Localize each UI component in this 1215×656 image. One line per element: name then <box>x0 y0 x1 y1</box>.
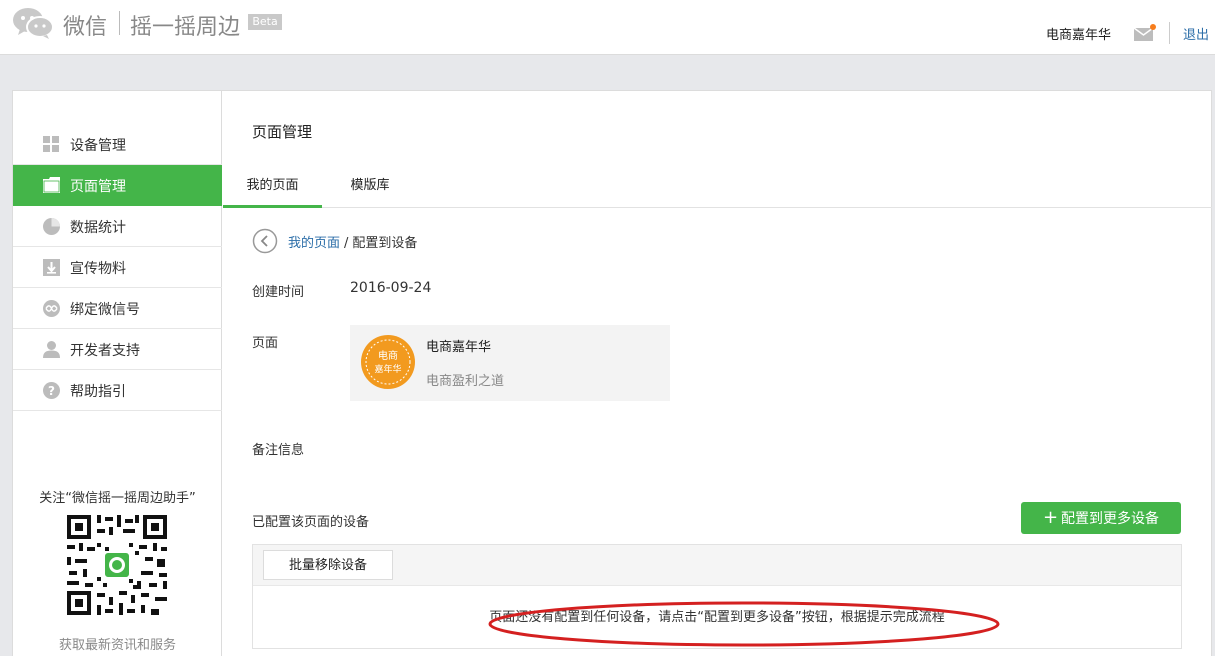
sidebar-item-label: 帮助指引 <box>70 384 126 400</box>
sidebar-item-bind-wechat[interactable]: 绑定微信号 <box>13 288 222 329</box>
sidebar-item-label: 绑定微信号 <box>70 302 140 318</box>
page-avatar-image: 电商 嘉年华 <box>361 335 415 389</box>
brand-name: 微信 <box>63 15 108 40</box>
mail-icon[interactable] <box>1133 24 1157 42</box>
page-card-subtitle: 电商盈利之道 <box>426 374 505 389</box>
add-to-more-devices-button[interactable]: + 配置到更多设备 <box>1021 502 1181 534</box>
sidebar-item-developer-support[interactable]: 开发者支持 <box>13 329 222 370</box>
promo-text: 获取最新资讯和服务 <box>58 638 176 653</box>
follow-assistant-text: 关注“微信摇一摇周边助手” <box>39 491 196 506</box>
page-icon <box>43 177 60 193</box>
tab-template-library[interactable]: 模版库 <box>340 169 400 208</box>
header-divider <box>1169 22 1170 44</box>
main-content: 页面管理 我的页面 模版库 我的页面 / 配置到设备 创建时间 2016-09-24… <box>223 91 1212 656</box>
configured-devices-label: 已配置该页面的设备 <box>252 515 370 530</box>
page-card-title: 电商嘉年华 <box>426 340 492 355</box>
devices-toolbar: 批量移除设备 <box>253 545 1181 586</box>
breadcrumb-link-my-pages[interactable]: 我的页面 <box>288 236 340 251</box>
qr-code-image <box>65 513 169 617</box>
help-icon: ? <box>43 382 60 399</box>
sidebar-item-label: 宣传物料 <box>70 261 126 277</box>
sidebar-item-label: 数据统计 <box>70 220 126 236</box>
remark-label: 备注信息 <box>252 443 305 458</box>
page-card[interactable]: 电商 嘉年华 电商嘉年华 电商盈利之道 <box>350 325 670 401</box>
top-bar: 微信 摇一摇周边 Beta 电商嘉年华 退出 <box>0 0 1215 55</box>
user-icon <box>43 341 60 358</box>
brand-divider <box>119 11 120 35</box>
plus-icon: + <box>1042 507 1059 528</box>
link-icon <box>43 300 60 317</box>
sidebar-item-help-guide[interactable]: ? 帮助指引 <box>13 370 222 411</box>
tab-bar: 我的页面 模版库 <box>223 169 1212 208</box>
logout-link[interactable]: 退出 <box>1183 24 1209 43</box>
breadcrumb: 我的页面 / 配置到设备 <box>288 232 417 251</box>
sidebar-item-device-management[interactable]: 设备管理 <box>13 124 222 165</box>
empty-state-message: 页面还没有配置到任何设备，请点击“配置到更多设备”按钮，根据提示完成流程 <box>489 610 945 625</box>
back-arrow-icon[interactable] <box>252 228 278 254</box>
sidebar-item-label: 设备管理 <box>70 138 126 154</box>
account-name[interactable]: 电商嘉年华 <box>1046 24 1111 43</box>
sidebar-item-data-statistics[interactable]: 数据统计 <box>13 206 222 247</box>
page-title: 页面管理 <box>252 123 313 141</box>
sidebar: 设备管理 页面管理 数据统计 宣传物料 绑定微信号 开发者支持 ? 帮助指引 关… <box>13 91 222 656</box>
page-label: 页面 <box>252 336 279 351</box>
created-time-value: 2016-09-24 <box>350 280 432 296</box>
beta-badge: Beta <box>248 14 282 30</box>
download-icon <box>43 259 60 276</box>
wechat-logo-icon <box>13 8 54 39</box>
sidebar-item-label: 页面管理 <box>70 179 126 195</box>
batch-remove-button[interactable]: 批量移除设备 <box>263 550 393 580</box>
add-button-label: 配置到更多设备 <box>1061 511 1160 527</box>
created-time-label: 创建时间 <box>252 285 305 300</box>
breadcrumb-separator: / <box>344 236 349 251</box>
sidebar-nav: 设备管理 页面管理 数据统计 宣传物料 绑定微信号 开发者支持 ? 帮助指引 <box>13 124 222 411</box>
tab-my-pages[interactable]: 我的页面 <box>223 169 322 208</box>
devices-table: 批量移除设备 页面还没有配置到任何设备，请点击“配置到更多设备”按钮，根据提示完… <box>252 544 1182 649</box>
svg-text:?: ? <box>48 384 55 398</box>
sidebar-item-page-management[interactable]: 页面管理 <box>13 165 222 206</box>
product-name: 摇一摇周边 <box>130 15 241 40</box>
grid-icon <box>43 136 59 152</box>
avatar-text-line-1: 电商 <box>378 349 398 362</box>
content-panel: 设备管理 页面管理 数据统计 宣传物料 绑定微信号 开发者支持 ? 帮助指引 关… <box>12 90 1212 656</box>
sidebar-item-label: 开发者支持 <box>70 343 140 359</box>
pie-chart-icon <box>43 218 60 235</box>
breadcrumb-current: 配置到设备 <box>352 236 418 251</box>
sidebar-item-promo-materials[interactable]: 宣传物料 <box>13 247 222 288</box>
avatar-text-line-2: 嘉年华 <box>374 363 401 375</box>
